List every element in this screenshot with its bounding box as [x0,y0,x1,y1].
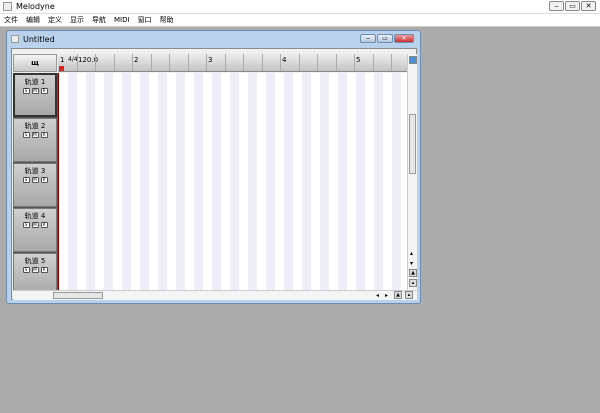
vertical-scrollbar[interactable]: ▴ ▾ ▲ ▴ [407,54,417,290]
menu-window[interactable]: 窗口 [134,14,156,26]
scroll-left-icon[interactable]: ◂ [376,292,379,299]
track-header[interactable]: 轨道 1 SMR [13,73,57,117]
menu-help[interactable]: 帮助 [156,14,178,26]
timeline-ruler[interactable]: 1 4/4 120.0 2 3 4 5 [58,54,407,72]
doc-minimize-button[interactable]: ‒ [360,34,376,43]
ruler-tick [95,54,96,71]
ruler-tick [132,54,133,71]
menu-edit[interactable]: 编辑 [22,14,44,26]
track-name: 轨道 4 [24,212,46,220]
scroll-right-icon[interactable]: ▸ [385,292,388,299]
solo-button[interactable]: S [22,222,30,228]
ruler-tick [317,54,318,71]
mute-button[interactable]: M [31,177,39,183]
zoom-in-horizontal-icon[interactable]: ▲ [394,291,402,299]
zoom-out-vertical-icon[interactable]: ▴ [409,279,417,287]
app-title: Melodyne [16,2,55,11]
ruler-tick [335,54,337,71]
track-name: 轨道 3 [24,167,46,175]
record-button[interactable]: R [40,267,48,273]
ruler-tick [391,54,392,71]
ruler-tick [280,54,281,71]
solo-button[interactable]: S [22,88,30,94]
mute-button[interactable]: M [31,88,39,94]
ruler-tick [261,54,263,71]
menu-navigate[interactable]: 导航 [88,14,110,26]
track-header[interactable]: 轨道 2 SMR [13,118,57,162]
ruler-tick [372,54,374,71]
menu-view[interactable]: 显示 [66,14,88,26]
playhead-marker[interactable] [59,66,64,71]
mute-button[interactable]: M [31,222,39,228]
track-name: 轨道 2 [24,122,46,130]
solo-button[interactable]: S [22,132,30,138]
menu-define[interactable]: 定义 [44,14,66,26]
menu-bar: 文件 编辑 定义 显示 导航 MIDI 窗口 帮助 [0,14,600,27]
document-title: Untitled [23,35,55,44]
ruler-tick [187,54,189,71]
scroll-down-icon[interactable]: ▾ [410,260,413,267]
menu-file[interactable]: 文件 [0,14,22,26]
mute-button[interactable]: M [31,132,39,138]
arrange-grid[interactable] [58,73,407,290]
horizontal-scroll-thumb[interactable] [53,292,103,299]
ruler-tick [169,54,170,71]
maximize-button[interactable]: ▭ [565,1,580,11]
bar-label: 5 [356,56,361,64]
corner-button[interactable]: щ [13,54,57,72]
vertical-scroll-thumb[interactable] [409,114,416,174]
ruler-tick [113,54,115,71]
app-titlebar: Melodyne ‒ ▭ ✕ [0,0,600,14]
ruler-tick [76,54,78,71]
melodyne-app-icon [3,2,12,11]
bar-label: 3 [208,56,213,64]
solo-button[interactable]: S [22,177,30,183]
menu-midi[interactable]: MIDI [110,14,134,26]
ruler-tick [298,54,300,71]
arrange-area: щ 1 4/4 120.0 2 3 4 5 轨道 1SMR 轨道 2SMR 轨道… [11,48,417,300]
zoom-out-horizontal-icon[interactable]: ▴ [405,291,413,299]
document-icon [11,35,19,43]
minimize-button[interactable]: ‒ [549,1,564,11]
doc-restore-button[interactable]: ▭ [377,34,393,43]
mute-button[interactable]: M [31,267,39,273]
track-name: 轨道 5 [24,257,46,265]
doc-close-button[interactable]: ✕ [394,34,414,43]
record-button[interactable]: R [40,88,48,94]
close-button[interactable]: ✕ [581,1,596,11]
ruler-tick [206,54,207,71]
horizontal-scrollbar[interactable]: ◂ ▸ ▲ ▴ [13,290,417,300]
ruler-tick [243,54,244,71]
bar-label: 2 [134,56,139,64]
record-button[interactable]: R [40,177,48,183]
record-button[interactable]: R [40,222,48,228]
zoom-in-vertical-icon[interactable]: ▲ [409,269,417,277]
track-name: 轨道 1 [24,78,46,86]
ruler-tick [354,54,355,71]
vertical-zoom-icon[interactable] [409,56,417,64]
record-button[interactable]: R [40,132,48,138]
track-header[interactable]: 轨道 4 SMR [13,208,57,252]
track-list: 轨道 1SMR 轨道 2SMR 轨道 3SMR 轨道 4SMR 轨道 5SMR [13,73,58,297]
document-window: Untitled ‒ ▭ ✕ щ 1 4/4 120.0 2 3 4 5 轨道 … [6,30,421,304]
ruler-tick [224,54,226,71]
ruler-tick [150,54,152,71]
scroll-up-icon[interactable]: ▴ [410,250,413,257]
solo-button[interactable]: S [22,267,30,273]
track-header[interactable]: 轨道 3 SMR [13,163,57,207]
bar-label: 4 [282,56,287,64]
bar-label: 1 [60,56,65,64]
